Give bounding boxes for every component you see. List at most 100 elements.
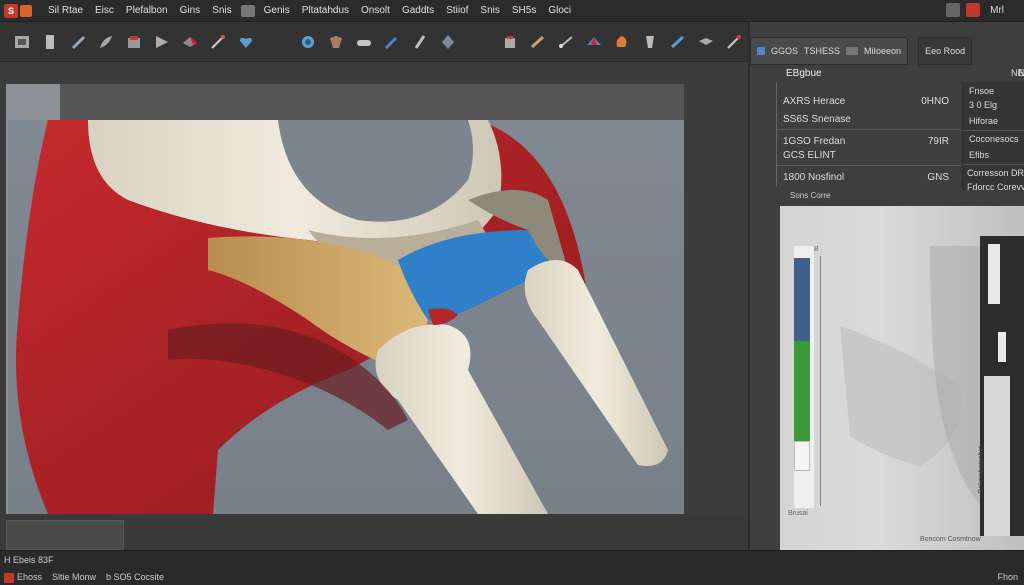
menu-item-6[interactable]: Genis: [258, 5, 296, 16]
pointer-icon[interactable]: [41, 32, 59, 52]
menu-item-4[interactable]: Gins: [174, 5, 207, 16]
layer-icon[interactable]: [125, 32, 143, 52]
side-item[interactable]: Hiforae: [969, 116, 998, 126]
strip-bar: [984, 376, 1010, 536]
side-item[interactable]: NE: [1011, 68, 1024, 78]
panel-title: EBgbue: [786, 68, 822, 79]
wrench-icon[interactable]: [355, 32, 373, 52]
property-row[interactable]: 1800 Nosfinol GNS: [777, 170, 961, 188]
menu-bar: S Sil Rtae Eisc Plefalbon Gins Snis Geni…: [0, 0, 1024, 22]
scalpel-icon[interactable]: [209, 32, 227, 52]
toolbar: [0, 22, 748, 62]
scan-side-label: Bokosibetsnbid: [978, 446, 985, 494]
menu-item-7[interactable]: Pltatahdus: [296, 5, 355, 16]
link-icon[interactable]: [529, 32, 547, 52]
status-error-icon: [4, 572, 14, 583]
status-bar: H Ebeis 83F Ehoss Sltie Monw b SO5 Cocsi…: [0, 550, 1024, 585]
menu-item-1[interactable]: Sil Rtae: [42, 5, 89, 16]
menu-item-5[interactable]: Snis: [206, 5, 237, 16]
cloud-icon[interactable]: [946, 3, 961, 17]
user-label[interactable]: Mrl: [986, 5, 1018, 16]
viewport-header: [60, 84, 684, 120]
hip-joint-model: [16, 120, 668, 514]
property-key: 1GSO Fredan: [783, 136, 846, 147]
side-item[interactable]: Fnsoe: [969, 86, 994, 96]
properties-list: AXRS Herace 0HNO SS6S Snenase 1GSO Freda…: [776, 82, 961, 188]
status-item-label: Ehoss: [17, 572, 43, 582]
fold-icon[interactable]: [697, 32, 715, 52]
pencil-icon[interactable]: [725, 32, 743, 52]
property-key: 1800 Nosfinol: [783, 172, 845, 183]
drop-icon[interactable]: [557, 32, 575, 52]
tab-ggos[interactable]: GGOS TSHESS MiIoeeon: [750, 37, 909, 65]
shield-icon[interactable]: [327, 32, 345, 52]
property-key: SS6S Snenase: [783, 114, 851, 125]
pin-icon[interactable]: [439, 32, 457, 52]
bone-icon[interactable]: [299, 32, 317, 52]
bucket-icon[interactable]: [501, 32, 519, 52]
side-item[interactable]: Efibs: [969, 150, 989, 160]
scan-header: Sons Corre: [780, 188, 1024, 206]
strip-bar: [998, 332, 1006, 362]
side-item[interactable]: Corresson DRLS: [967, 168, 1024, 178]
scan-caption: Boncom Cosmtnow: [920, 536, 981, 543]
menu-item-11[interactable]: Snis: [474, 5, 505, 16]
status-item[interactable]: b SO5 Cocsite: [106, 572, 164, 583]
thumbnail-panel[interactable]: [6, 520, 124, 550]
knife-icon[interactable]: [153, 32, 171, 52]
shape-icon[interactable]: [181, 32, 199, 52]
status-items: Ehoss Sltie Monw b SO5 Cocsite: [4, 572, 164, 583]
menu-item-12[interactable]: SH5s: [506, 5, 542, 16]
app-window: S Sil Rtae Eisc Plefalbon Gins Snis Geni…: [0, 0, 1024, 585]
menu-item-2[interactable]: Eisc: [89, 5, 120, 16]
side-item[interactable]: Coconesocs: [969, 134, 1019, 144]
tab-label-2: TSHESS: [804, 46, 841, 56]
status-item[interactable]: Ehoss: [4, 572, 42, 583]
bulb-icon[interactable]: [613, 32, 631, 52]
menu-item-10[interactable]: Stiiof: [440, 5, 474, 16]
app-logo-icon: S: [4, 3, 18, 18]
fox-icon[interactable]: [585, 32, 603, 52]
pen-icon[interactable]: [69, 32, 87, 52]
panel-tabbar: GGOS TSHESS MiIoeeon Eeo Rood: [750, 36, 1024, 66]
tab-label-1: GGOS: [771, 46, 799, 56]
menu-camera-icon[interactable]: [240, 4, 255, 17]
property-key: GCS ELINT: [783, 150, 836, 161]
select-icon[interactable]: [13, 32, 31, 52]
property-value: GNS: [927, 172, 949, 183]
heart-icon[interactable]: [237, 32, 255, 52]
scan-header-label: Sons Corre: [790, 191, 831, 200]
syringe-icon[interactable]: [383, 32, 401, 52]
alert-icon[interactable]: [966, 3, 981, 17]
side-item[interactable]: 3 0 Elg: [969, 100, 997, 110]
menu-item-8[interactable]: Onsolt: [355, 5, 396, 16]
menu-item-13[interactable]: Gloci: [542, 5, 577, 16]
tab-toggle-icon: [846, 47, 859, 55]
divider: [963, 164, 1024, 165]
status-line: H Ebeis 83F: [4, 555, 54, 565]
eye-icon[interactable]: [669, 32, 687, 52]
scan-side-strip: [980, 236, 1024, 536]
status-item[interactable]: Sltie Monw: [52, 572, 96, 583]
property-value: 79IR: [927, 136, 949, 147]
brush2-icon[interactable]: [641, 32, 659, 52]
property-row[interactable]: GCS ELINT: [777, 148, 961, 166]
property-row[interactable]: AXRS Herace 0HNO: [777, 94, 961, 112]
tab-icon: [757, 47, 765, 55]
status-right[interactable]: Fhon: [997, 572, 1018, 582]
brush-icon[interactable]: [97, 32, 115, 52]
3d-viewport[interactable]: [8, 120, 684, 514]
menu-item-9[interactable]: Gaddts: [396, 5, 440, 16]
camera-icon[interactable]: [411, 32, 429, 52]
window-controls: Mrl: [946, 3, 1018, 17]
menu-item-3[interactable]: Plefalbon: [120, 5, 174, 16]
tab-label-3: MiIoeeon: [864, 46, 902, 56]
property-key: AXRS Herace: [783, 96, 846, 107]
viewport-footer: [0, 514, 748, 550]
property-value: 0HNO: [921, 96, 949, 107]
scan-preview[interactable]: B Brusai Bokosibetsnbid Boncom Cosmtnow: [780, 206, 1024, 550]
app-secondary-icon: [20, 4, 32, 17]
property-row[interactable]: SS6S Snenase: [777, 112, 961, 130]
tab-eeo-rood[interactable]: Eeo Rood: [918, 37, 973, 65]
right-panel: GGOS TSHESS MiIoeeon Eeo Rood EBgbue N A…: [748, 22, 1024, 550]
